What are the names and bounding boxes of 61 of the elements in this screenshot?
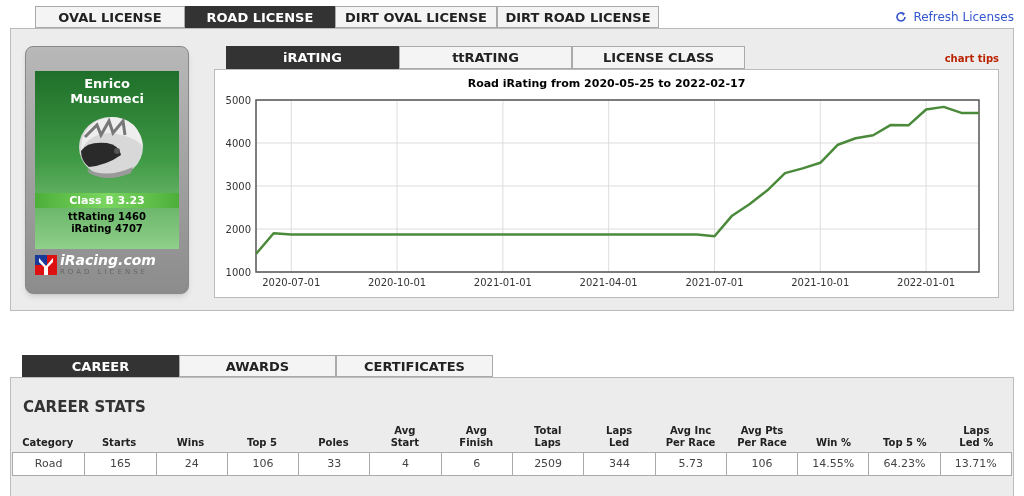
tab[interactable]: DIRT OVAL LICENSE: [335, 6, 497, 28]
table-cell: 64.23%: [868, 453, 940, 475]
table-cell: 13.71%: [939, 453, 1011, 475]
logo-text: iRacing.com: [60, 253, 156, 268]
column-header: Avg Start: [389, 425, 421, 450]
x-tick-label: 2020-07-01: [261, 276, 320, 288]
x-tick-label: 2021-04-01: [579, 276, 638, 288]
y-tick-label: 2000: [225, 223, 251, 235]
table-cell: 2509: [512, 453, 584, 475]
x-tick-label: 2022-01-01: [896, 276, 955, 288]
y-tick-label: 4000: [225, 137, 251, 149]
column-header: Avg Pts Per Race: [736, 425, 788, 450]
refresh-icon: [895, 11, 908, 23]
tab[interactable]: AWARDS: [179, 355, 336, 377]
x-tick-label: 2020-10-01: [367, 276, 426, 288]
column-header: Laps Led: [605, 425, 634, 450]
table-cell: 33: [298, 453, 370, 475]
table-cell-text: Road: [33, 456, 64, 472]
x-tick-label: 2021-01-01: [473, 276, 532, 288]
tab[interactable]: CERTIFICATES: [336, 355, 493, 377]
y-tick-label: 1000: [225, 266, 251, 278]
tab[interactable]: LICENSE CLASS: [572, 46, 745, 69]
tab[interactable]: ttRATING: [399, 46, 572, 69]
table-cell: 165: [84, 453, 156, 475]
table-cell: 106: [725, 453, 798, 475]
column-header: Win %: [814, 437, 852, 450]
tab[interactable]: iRATING: [226, 46, 399, 69]
column-header: Laps Led %: [958, 425, 995, 450]
column-header: Starts: [100, 437, 138, 450]
x-tick-label: 2021-07-01: [684, 276, 744, 288]
y-tick-label: 3000: [225, 180, 251, 192]
column-header: Wins: [175, 437, 206, 450]
tab[interactable]: CAREER: [22, 355, 179, 377]
i-rating: iRating 4707: [71, 223, 143, 235]
column-header: Avg Inc Per Race: [664, 425, 717, 450]
refresh-link[interactable]: Refresh Licenses: [895, 8, 1014, 26]
column-header: Avg Finish: [458, 425, 495, 450]
table-cell: 344: [583, 453, 655, 475]
y-tick-label: 5000: [225, 94, 251, 106]
table-cell: 24: [155, 453, 227, 475]
chart-tips-link[interactable]: chart tips: [944, 51, 999, 66]
career-stats-title: CAREER STATS: [23, 400, 147, 415]
column-header: Category: [21, 437, 75, 450]
x-tick-label: 2021-10-01: [790, 276, 849, 288]
table-cell: 106: [226, 453, 299, 475]
column-header: Total Laps: [533, 425, 563, 450]
column-header: Poles: [317, 437, 350, 450]
column-header: Top 5 %: [882, 437, 928, 450]
table-cell: 6: [440, 453, 512, 475]
table-cell: 5.73: [654, 453, 726, 475]
table-cell: 4: [369, 453, 441, 475]
cardholder-name: Enrico Musumeci: [69, 76, 145, 106]
chart-title: Road iRating from 2020-05-25 to 2022-02-17: [467, 76, 746, 92]
flag-logo-icon: [35, 255, 57, 275]
column-header: Top 5: [246, 437, 278, 450]
tab[interactable]: DIRT ROAD LICENSE: [497, 6, 659, 28]
table-cell: 14.55%: [797, 453, 869, 475]
license-class-bar: Class B 3.23: [35, 193, 179, 208]
tab[interactable]: ROAD LICENSE: [185, 6, 335, 28]
tt-rating: ttRating 1460: [68, 211, 146, 223]
tab[interactable]: OVAL LICENSE: [35, 6, 185, 28]
